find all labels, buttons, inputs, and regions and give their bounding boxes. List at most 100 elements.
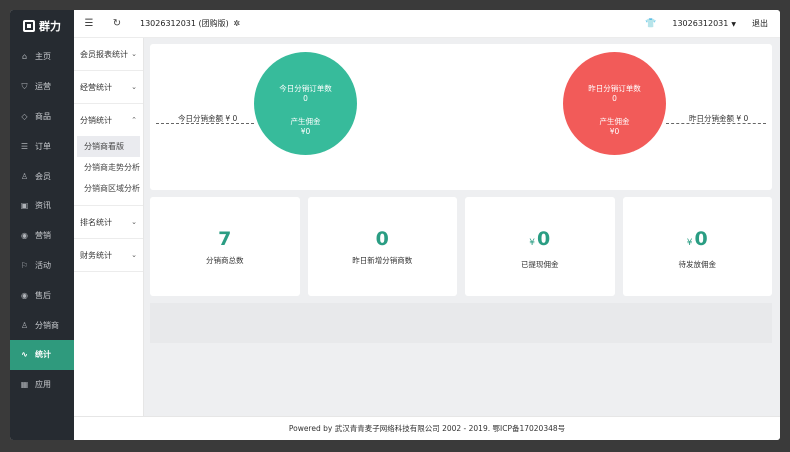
topbar: ☰ ↻ 13026312031 (团购版) ✲ 👕 13026312031 ▼ 退…	[74, 10, 780, 38]
sidebar-item[interactable]: ♙ 分销商	[10, 310, 74, 340]
today-summary-circle: 今日分销订单数 0 产生佣金 ¥0	[254, 52, 357, 155]
app-icon: ▦	[20, 380, 29, 390]
tag-icon: ◇	[21, 111, 28, 121]
submenu-group: 财务统计 ⌄	[74, 239, 143, 272]
chevron-up-icon: ⌃	[131, 116, 137, 124]
yesterday-amount-label: 昨日分销金额 ¥ 0	[689, 114, 749, 123]
sidebar-item[interactable]: ◉ 售后	[10, 280, 74, 310]
sidebar-item[interactable]: ▣ 资讯	[10, 191, 74, 221]
sidebar-item-label: 统计	[35, 350, 51, 360]
pulse-icon: ∿	[21, 350, 28, 360]
yesterday-orders-value: 0	[612, 93, 617, 103]
today-orders-value: 0	[303, 93, 308, 103]
submenu-group-label: 分销统计	[80, 115, 112, 125]
logo-text: 群力	[39, 20, 61, 33]
sidebar-item-label: 订单	[35, 141, 51, 151]
submenu-group-label: 经营统计	[80, 82, 112, 92]
submenu-group-header[interactable]: 会员报表统计 ⌄	[74, 38, 143, 70]
gear-icon[interactable]: ✲	[233, 19, 240, 28]
stat-value: 7	[150, 227, 300, 251]
chevron-down-icon: ⌄	[131, 83, 137, 91]
submenu-group: 经营统计 ⌄	[74, 71, 143, 104]
sidebar-item[interactable]: ◇ 商品	[10, 102, 74, 132]
stat-label: 昨日新增分销商数	[352, 256, 413, 265]
shirt-icon[interactable]: 👕	[645, 19, 656, 29]
sidebar-item[interactable]: ⌂ 主页	[10, 42, 74, 72]
submenu-group: 会员报表统计 ⌄	[74, 38, 143, 71]
submenu-group: 分销统计 ⌃ 分销商看版 分销商走势分析 分销商区域分析	[74, 104, 143, 206]
logout-link[interactable]: 退出	[752, 18, 768, 29]
today-commission-label: 产生佣金	[290, 117, 321, 126]
sidebar-item-label: 资讯	[35, 201, 51, 211]
sidebar-item[interactable]: ▦ 应用	[10, 370, 74, 400]
news-icon: ▣	[20, 201, 29, 211]
dashboard-content: 今日分销金额 ¥ 0 今日分销订单数 0 产生佣金 ¥0 昨日分销订单数 0 产…	[144, 38, 780, 416]
stat-number: 0	[694, 228, 708, 250]
sidebar-item-label: 活动	[35, 260, 51, 270]
yesterday-commission-label: 产生佣金	[599, 117, 630, 126]
submenu-group-label: 会员报表统计	[80, 49, 128, 59]
submenu-link[interactable]: 分销商走势分析	[77, 157, 140, 178]
stat-number: 7	[218, 228, 232, 250]
stat-number: 0	[537, 228, 551, 250]
today-amount-label: 今日分销金额 ¥ 0	[178, 114, 238, 123]
sidebar-item-label: 营销	[35, 231, 51, 241]
submenu-group-header[interactable]: 分销统计 ⌃	[74, 104, 143, 136]
user-icon: ♙	[20, 320, 29, 330]
sidebar-item[interactable]: ☰ 订单	[10, 131, 74, 161]
logo: 群力	[10, 10, 74, 42]
yesterday-orders-label: 昨日分销订单数	[588, 84, 641, 93]
stat-value: ¥0	[623, 227, 773, 255]
sidebar-item-label: 运营	[35, 82, 51, 92]
sidebar-item[interactable]: ⛉ 运营	[10, 72, 74, 102]
refresh-icon[interactable]: ↻	[110, 17, 124, 31]
chevron-down-icon: ⌄	[131, 251, 137, 259]
submenu-link[interactable]: 分销商看版	[77, 136, 140, 157]
stat-currency: ¥	[529, 238, 535, 248]
submenu-group-header[interactable]: 经营统计 ⌄	[74, 71, 143, 103]
sidebar-item-label: 商品	[35, 111, 51, 121]
home-icon: ⌂	[21, 52, 28, 62]
app-window: 群力 ⌂ 主页 ⛉ 运营 ◇ 商品 ☰ 订单 ♙ 会员 ▣ 资讯 ◉ 营销 ⚐ 活动 ◉ 售后 ♙ 分销商 ∿ 统计 ▦ 应用…	[10, 10, 780, 440]
yesterday-summary-circle: 昨日分销订单数 0 产生佣金 ¥0	[563, 52, 666, 155]
stat-currency: ¥	[686, 238, 693, 248]
yesterday-commission-value: ¥0	[609, 126, 620, 136]
submenu-group: 排名统计 ⌄	[74, 206, 143, 239]
sidebar-item[interactable]: ⚐ 活动	[10, 251, 74, 281]
sidebar-item[interactable]: ◉ 营销	[10, 221, 74, 251]
stat-card: 0 昨日新增分销商数	[307, 197, 458, 296]
stat-label: 已提现佣金	[521, 260, 559, 269]
stat-number: 0	[375, 228, 389, 250]
shop-name[interactable]: 13026312031 (团购版) ✲	[140, 18, 240, 29]
member-icon: ♙	[20, 171, 29, 181]
sidebar-item[interactable]: ∿ 统计	[10, 339, 74, 370]
flag-icon: ⚐	[20, 260, 29, 270]
list-icon: ☰	[20, 141, 29, 151]
stat-label: 分销商总数	[206, 256, 244, 265]
primary-nav: ⌂ 主页 ⛉ 运营 ◇ 商品 ☰ 订单 ♙ 会员 ▣ 资讯 ◉ 营销 ⚐ 活动 ◉ 售后 ♙ 分销商 ∿ 统计 ▦ 应用	[10, 42, 74, 400]
stat-label: 待发放佣金	[678, 260, 717, 269]
account-menu[interactable]: 13026312031 ▼	[672, 19, 736, 28]
submenu-group-header[interactable]: 财务统计 ⌄	[74, 239, 143, 271]
primary-sidebar: 群力 ⌂ 主页 ⛉ 运营 ◇ 商品 ☰ 订单 ♙ 会员 ▣ 资讯 ◉ 营销 ⚐ 活动 ◉ 售后 ♙ 分销商 ∿ 统计 ▦ 应用	[10, 10, 74, 440]
footer: Powered by 武汉青青麦子网络科技有限公司 2002 - 2019. 鄂…	[74, 416, 780, 440]
chevron-down-icon: ▼	[731, 21, 736, 28]
sidebar-item-label: 应用	[35, 380, 51, 390]
submenu-link[interactable]: 分销商区域分析	[77, 178, 140, 199]
stat-value: ¥0	[465, 227, 615, 255]
submenu-group-label: 排名统计	[80, 217, 112, 227]
sidebar-item[interactable]: ♙ 会员	[10, 161, 74, 191]
main-area: ☰ ↻ 13026312031 (团购版) ✲ 👕 13026312031 ▼ 退…	[74, 10, 780, 440]
shop-name-text: 13026312031 (团购版)	[140, 19, 229, 28]
chevron-down-icon: ⌄	[131, 50, 137, 58]
stat-value: 0	[308, 227, 458, 251]
submenu-group-header[interactable]: 排名统计 ⌄	[74, 206, 143, 238]
menu-toggle-icon[interactable]: ☰	[82, 17, 96, 31]
today-orders-label: 今日分销订单数	[279, 84, 332, 93]
stat-card: 7 分销商总数	[150, 197, 300, 296]
coin-service-icon: ◉	[21, 290, 28, 300]
stats-submenu: 会员报表统计 ⌄ 经营统计 ⌄ 分销统计 ⌃ 分销商看版 分销商走势分析 分销商区域分析 排名统计…	[74, 10, 144, 440]
topbar-right: 👕 13026312031 ▼ 退出	[645, 18, 768, 29]
summary-panel: 今日分销金额 ¥ 0 今日分销订单数 0 产生佣金 ¥0 昨日分销订单数 0 产…	[150, 44, 772, 190]
submenu-group-label: 财务统计	[80, 250, 112, 260]
